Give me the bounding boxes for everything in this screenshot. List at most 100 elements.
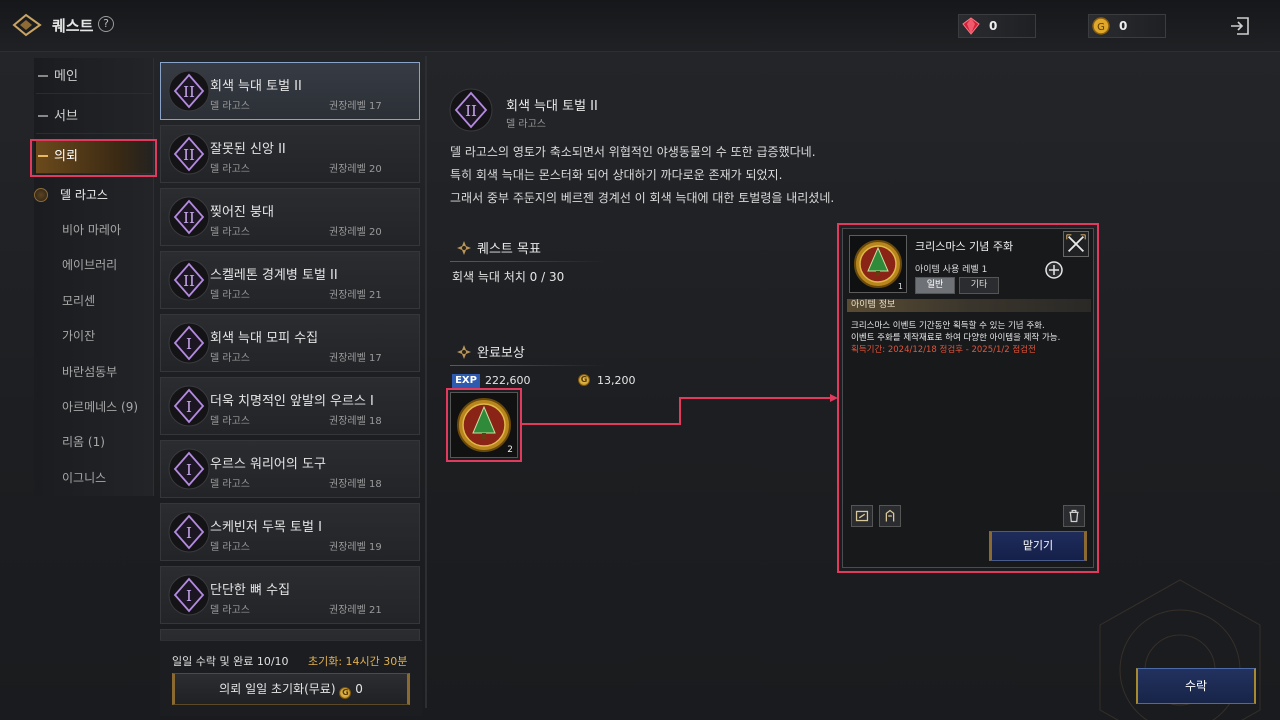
svg-text:I: I — [186, 398, 192, 416]
quest-logo-icon[interactable] — [12, 12, 42, 38]
quest-tier-2-icon: II — [168, 70, 210, 112]
reward-item-slot[interactable]: 2 — [450, 392, 518, 458]
detail-description-line: 특히 회색 늑대는 몬스터화 되어 상대하기 까다로운 존재가 되었지. — [450, 168, 783, 182]
nav-main[interactable]: 메인 — [36, 60, 152, 94]
nav-region-abury[interactable]: 에이브러리 — [36, 248, 152, 282]
quest-item[interactable]: II 잘못된 신앙 II 델 라고스 권장레벨 20 — [160, 125, 420, 183]
quest-item[interactable]: I 스케빈저 두목 토벌 I 델 라고스 권장레벨 19 — [160, 503, 420, 561]
tooltip-info-header: 아이템 정보 — [847, 299, 1091, 312]
nav-request[interactable]: 의뢰 — [36, 140, 152, 174]
reset-timer: 초기화: 14시간 30분 — [308, 655, 408, 668]
quest-item[interactable]: I 단단한 뼈 수집 델 라고스 권장레벨 21 — [160, 566, 420, 624]
tooltip-item-name: 크리스마스 기념 주화 — [915, 240, 1014, 253]
nav-sub-quests-label: 서브 — [54, 109, 78, 124]
gold-count: 0 — [1119, 19, 1128, 33]
category-nav: 메인 서브 의뢰 델 라고스 비아 마레아 에이브러리 모리센 가이잔 바란섬동… — [34, 58, 154, 496]
top-bar: 퀘스트 ? 0 G 0 — [0, 0, 1280, 52]
quest-item[interactable]: II 스켈레톤 경계병 토벌 II 델 라고스 권장레벨 21 — [160, 251, 420, 309]
quest-item[interactable]: I 우르스 워리어의 도구 델 라고스 권장레벨 18 — [160, 440, 420, 498]
reward-underline — [450, 365, 606, 366]
nav-region-riom[interactable]: 리옴 (1) — [36, 425, 152, 459]
daily-reset-label: 의뢰 일일 초기화(무료) — [219, 682, 336, 696]
close-icon[interactable] — [1063, 231, 1089, 257]
svg-text:G: G — [1097, 22, 1105, 33]
exit-icon[interactable] — [1228, 14, 1252, 38]
game-window: 퀘스트 ? 0 G 0 메인 서브 의뢰 델 라고스 비아 마레아 에이브러리 … — [0, 0, 1280, 720]
quest-goal: 회색 늑대 처치 0 / 30 — [452, 270, 565, 284]
quest-level: 권장레벨 20 — [329, 227, 382, 238]
svg-text:II: II — [465, 102, 477, 120]
quest-level: 권장레벨 18 — [329, 479, 382, 490]
panel-divider — [425, 56, 427, 708]
quest-list: II 회색 늑대 토벌 II 델 라고스 권장레벨 17 II 잘못된 신앙 I… — [160, 60, 422, 640]
quest-item[interactable]: I 회색 늑대 모피 수집 델 라고스 권장레벨 17 — [160, 314, 420, 372]
nav-region-label: 델 라고스 — [60, 188, 108, 202]
quest-region: 델 라고스 — [210, 227, 250, 238]
quest-level: 권장레벨 18 — [329, 416, 382, 427]
quest-item-partial[interactable] — [160, 629, 420, 640]
page-title: 퀘스트 — [52, 17, 94, 35]
daily-reset-cost: 0 — [355, 682, 363, 696]
nav-region-ignis[interactable]: 이그니스 — [36, 461, 152, 495]
tooltip-item-slot: 1 — [849, 235, 907, 293]
connector-arrow — [522, 394, 838, 425]
quest-name: 회색 늑대 토벌 II — [210, 79, 302, 94]
ornament-icon — [457, 241, 471, 255]
quest-item[interactable]: II 찢어진 붕대 델 라고스 권장레벨 20 — [160, 188, 420, 246]
item-link-icon[interactable] — [851, 505, 873, 527]
quest-name: 더욱 치명적인 앞발의 우르스 I — [210, 394, 374, 409]
nav-region-gaizan[interactable]: 가이잔 — [36, 319, 152, 353]
nav-region-baran-east[interactable]: 바란섬동부 — [36, 355, 152, 389]
tooltip-level-value: 1 — [981, 265, 988, 275]
gem-icon — [962, 17, 980, 35]
detail-description-line: 델 라고스의 영토가 축소되면서 위협적인 야생동물의 수 또한 급증했다네. — [450, 145, 816, 159]
nav-region-morisen[interactable]: 모리센 — [36, 284, 152, 318]
svg-text:I: I — [186, 461, 192, 479]
goal-underline — [450, 261, 606, 262]
deposit-button[interactable]: 맡기기 — [989, 531, 1087, 561]
quest-tier-2-icon: II — [168, 133, 210, 175]
quest-item[interactable]: I 더욱 치명적인 앞발의 우르스 I 델 라고스 권장레벨 18 — [160, 377, 420, 435]
trash-icon[interactable] — [1063, 505, 1085, 527]
daily-reset-button[interactable]: 의뢰 일일 초기화(무료) G 0 — [172, 673, 410, 705]
svg-text:I: I — [186, 524, 192, 542]
gold-coin-icon: G — [578, 374, 590, 386]
quest-name: 단단한 뼈 수집 — [210, 583, 291, 598]
quest-level: 권장레벨 17 — [329, 353, 382, 364]
nav-region-del-lagos[interactable]: 델 라고스 — [34, 178, 152, 212]
quest-region: 델 라고스 — [210, 290, 250, 301]
svg-text:II: II — [183, 83, 195, 101]
nav-sub-quests[interactable]: 서브 — [36, 100, 152, 134]
reward-header-label: 완료보상 — [477, 346, 525, 361]
quest-name: 우르스 워리어의 도구 — [210, 457, 326, 472]
tooltip-item-level: 아이템 사용 레벨 1 — [915, 262, 987, 275]
quest-name: 회색 늑대 모피 수집 — [210, 331, 319, 346]
selected-dot-icon — [34, 188, 48, 202]
nav-region-via-marea[interactable]: 비아 마레아 — [36, 213, 152, 247]
tooltip-tab-other[interactable]: 기타 — [959, 277, 999, 294]
svg-text:II: II — [183, 209, 195, 227]
nav-request-label: 의뢰 — [54, 149, 78, 164]
tooltip-level-label: 아이템 사용 레벨 — [915, 265, 979, 275]
quest-level: 권장레벨 21 — [329, 605, 382, 616]
quest-item[interactable]: II 회색 늑대 토벌 II 델 라고스 권장레벨 17 — [160, 62, 420, 120]
nav-tick-icon — [38, 155, 48, 157]
quest-tier-2-icon: II — [168, 259, 210, 301]
ornament-icon — [457, 345, 471, 359]
exp-value: 222,600 — [485, 374, 531, 387]
gem-counter[interactable]: 0 — [958, 14, 1036, 38]
gold-coin-icon: G — [339, 687, 352, 699]
tooltip-tab-general[interactable]: 일반 — [915, 277, 955, 294]
nav-region-armenes[interactable]: 아르메네스 (9) — [36, 390, 152, 424]
quest-region: 델 라고스 — [210, 542, 250, 553]
help-icon[interactable]: ? — [98, 16, 114, 32]
quest-tier-1-icon: I — [168, 511, 210, 553]
quest-region: 델 라고스 — [210, 479, 250, 490]
item-use-icon[interactable] — [879, 505, 901, 527]
exp-badge: EXP — [452, 374, 480, 388]
gold-counter[interactable]: G 0 — [1088, 14, 1166, 38]
quest-tier-1-icon: I — [168, 385, 210, 427]
accept-button[interactable]: 수락 — [1136, 668, 1256, 704]
svg-text:I: I — [186, 587, 192, 605]
svg-text:I: I — [186, 335, 192, 353]
